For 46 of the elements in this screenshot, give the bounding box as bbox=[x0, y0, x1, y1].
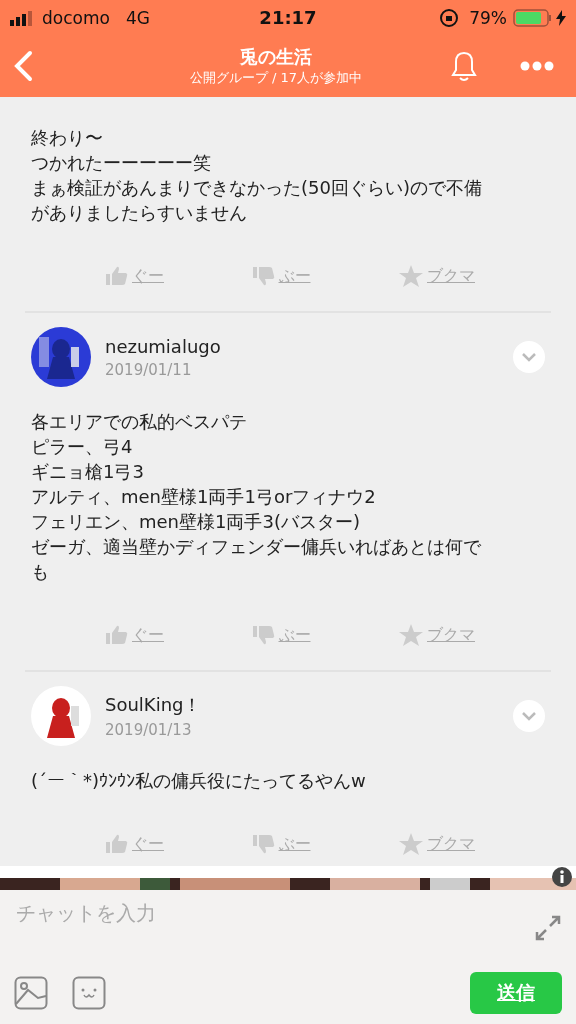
thumbs-up-icon bbox=[106, 834, 128, 854]
author-name: nezumialugo bbox=[105, 335, 222, 357]
image-icon[interactable] bbox=[14, 976, 48, 1010]
author-name: SoulKing！ bbox=[105, 693, 203, 717]
post-date: 2019/01/11 bbox=[105, 360, 193, 379]
bookmark-link[interactable]: ブクマ bbox=[399, 265, 475, 287]
thumbs-down-icon bbox=[252, 266, 275, 286]
network-type: 4G bbox=[125, 7, 150, 28]
star-icon bbox=[399, 624, 423, 646]
post-text: (´ー｀*)ｳﾝｳﾝ私の傭兵役にたってるやんw bbox=[31, 769, 367, 793]
star-icon bbox=[399, 265, 423, 287]
dislike-link[interactable]: ぶー bbox=[252, 833, 311, 855]
dropdown-button[interactable] bbox=[513, 341, 545, 373]
info-icon[interactable] bbox=[551, 866, 573, 888]
more-icon[interactable] bbox=[520, 61, 554, 71]
carrier-name: docomo bbox=[42, 7, 110, 28]
star-icon bbox=[399, 833, 423, 855]
back-icon[interactable] bbox=[12, 50, 34, 82]
group-title: 兎の生活 bbox=[240, 45, 312, 69]
post-date: 2019/01/13 bbox=[105, 721, 193, 739]
emoticon-icon[interactable] bbox=[72, 976, 106, 1010]
bookmark-link[interactable]: ブクマ bbox=[399, 624, 475, 646]
chat-input[interactable]: チャットを入力 bbox=[14, 900, 534, 926]
like-link[interactable]: ぐー bbox=[106, 265, 164, 287]
send-button[interactable]: 送信 bbox=[470, 972, 562, 1014]
post-text: 各エリアでの私的ベスパテ ピラー、弓4 ギニョ槍1弓3 アルティ、men壁様1両手1弓orフィナウ2 フェリエン、men壁様1両手3(バスター) ゼーガ、適当壁かディフェンダー傭兵いればあとは何でも bbox=[31, 410, 482, 584]
like-link[interactable]: ぐー bbox=[106, 833, 164, 855]
battery-percent: 79% bbox=[469, 7, 507, 28]
post-text: 終わり〜 つかれたーーーーー笑 まぁ検証があんまりできなかった(50回ぐらい)ので不備がありましたらすいません bbox=[31, 126, 483, 225]
expand-icon[interactable] bbox=[534, 914, 562, 942]
bookmark-link[interactable]: ブクマ bbox=[399, 833, 475, 855]
dislike-link[interactable]: ぶー bbox=[252, 624, 311, 646]
clock-time: 21:17 bbox=[259, 7, 317, 28]
dislike-link[interactable]: ぶー bbox=[252, 265, 311, 287]
chevron-down-icon bbox=[521, 711, 537, 721]
battery-icon bbox=[513, 8, 553, 27]
chevron-down-icon bbox=[521, 352, 537, 362]
thumbs-up-icon bbox=[106, 266, 128, 286]
group-subtitle: 公開グループ / 17人が参加中 bbox=[189, 69, 363, 87]
charging-icon bbox=[556, 9, 566, 26]
thumbs-up-icon bbox=[106, 625, 128, 645]
like-link[interactable]: ぐー bbox=[106, 624, 164, 646]
rotation-lock-icon bbox=[439, 7, 460, 28]
thumbs-down-icon bbox=[252, 834, 275, 854]
dropdown-button[interactable] bbox=[513, 700, 545, 732]
thumbs-down-icon bbox=[252, 625, 275, 645]
